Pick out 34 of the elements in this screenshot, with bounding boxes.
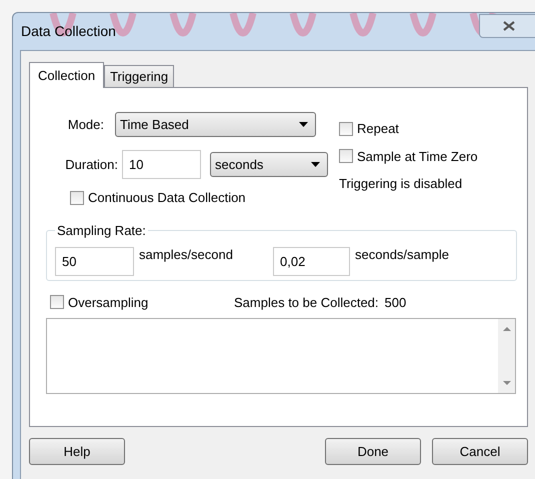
checkbox-label: Repeat bbox=[357, 120, 399, 138]
dialog-button[interactable]: Help bbox=[29, 438, 125, 465]
scroll-up-icon bbox=[502, 327, 510, 331]
caret-icon bbox=[311, 162, 320, 167]
checkbox[interactable] bbox=[70, 190, 84, 205]
checkbox[interactable] bbox=[339, 122, 353, 136]
scroll-down-icon bbox=[502, 381, 510, 385]
caret-icon bbox=[299, 122, 308, 127]
dropdown[interactable]: seconds bbox=[210, 152, 328, 177]
field-label: Duration: bbox=[64, 156, 119, 174]
input-field[interactable]: 10 bbox=[122, 150, 201, 179]
status-text: Triggering is disabled bbox=[339, 175, 464, 193]
checkbox[interactable] bbox=[339, 149, 353, 164]
dialog-button[interactable]: Done bbox=[325, 438, 421, 465]
checkbox[interactable] bbox=[50, 295, 64, 310]
input-field[interactable]: 0,02 bbox=[273, 246, 350, 276]
field-label: Mode: bbox=[66, 116, 105, 134]
dialog-button[interactable]: Cancel bbox=[432, 438, 528, 465]
samples-label: Samples to be Collected: bbox=[234, 294, 379, 312]
close-icon bbox=[503, 20, 515, 30]
unit-label: seconds/sample bbox=[355, 246, 449, 264]
checkbox-label: Continuous Data Collection bbox=[88, 189, 246, 207]
checkbox-label: Oversampling bbox=[68, 294, 148, 312]
tab[interactable]: Triggering bbox=[104, 65, 174, 87]
window-title: Data Collection bbox=[21, 22, 116, 41]
input-field[interactable]: 50 bbox=[55, 246, 134, 276]
dropdown[interactable]: Time Based bbox=[115, 112, 316, 137]
checkbox-label: Sample at Time Zero bbox=[357, 148, 478, 166]
text-area[interactable] bbox=[46, 318, 516, 394]
scrollbar[interactable] bbox=[498, 319, 515, 393]
unit-label: samples/second bbox=[139, 246, 234, 264]
close-button[interactable] bbox=[479, 14, 535, 38]
samples-value: 500 bbox=[384, 294, 406, 312]
tab[interactable]: Collection bbox=[29, 62, 104, 88]
